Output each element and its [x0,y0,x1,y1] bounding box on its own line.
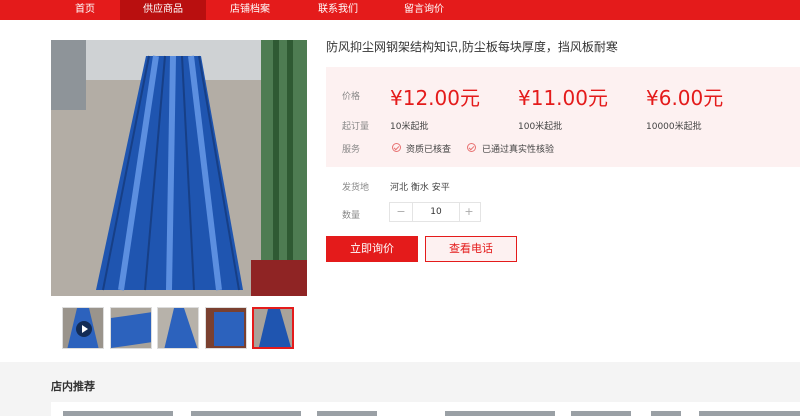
price-tier-3: ¥6.00元 [646,86,724,110]
nav-contact[interactable]: 联系我们 [302,0,374,20]
recommend-title: 店内推荐 [51,380,95,393]
quantity-stepper: − 10 + [389,202,481,222]
product-title: 防风抑尘网钢架结构知识,防尘板每块厚度，挡风板耐寒 [326,40,618,54]
recommend-item[interactable] [191,411,301,416]
recommend-item[interactable] [63,411,173,416]
service-label: 服务 [342,145,361,155]
origin-label: 发货地 [342,183,370,193]
price-label: 价格 [342,92,361,102]
recommend-item[interactable] [571,411,631,416]
thumbnail-5[interactable] [252,307,294,349]
thumbnail-3[interactable] [157,307,199,349]
inquire-button[interactable]: 立即询价 [326,236,418,262]
nav-home[interactable]: 首页 [62,0,108,20]
thumbnail-4[interactable] [205,307,247,349]
check-circle-icon [467,143,476,152]
service-authentic: 已通过真实性核验 [482,145,555,155]
origin-value: 河北 衡水 安平 [390,183,450,193]
increment-button[interactable]: + [458,203,480,221]
recommend-item[interactable] [445,411,555,416]
view-phone-button[interactable]: 查看电话 [425,236,517,262]
check-circle-icon [392,143,401,152]
service-verified: 资质已核查 [406,145,452,155]
quantity-input[interactable]: 10 [412,203,460,221]
nav-shop-profile[interactable]: 店铺档案 [214,0,286,20]
recommend-item[interactable] [651,411,681,416]
moq-tier-3: 10000米起批 [646,122,702,132]
nav-products[interactable]: 供应商品 [120,0,206,20]
decrement-button[interactable]: − [390,203,412,221]
moq-tier-1: 10米起批 [390,122,429,132]
price-tier-2: ¥11.00元 [518,86,608,110]
thumbnail-2[interactable] [110,307,152,349]
nav-message[interactable]: 留言询价 [388,0,460,20]
top-nav: 首页 供应商品 店铺档案 联系我们 留言询价 [0,0,800,20]
recommend-list [51,402,800,416]
price-tier-1: ¥12.00元 [390,86,480,110]
recommend-item[interactable] [699,411,800,416]
video-thumbnail[interactable] [62,307,104,349]
moq-label: 起订量 [342,122,370,132]
main-product-image[interactable] [51,40,307,296]
quantity-label: 数量 [342,211,361,221]
moq-tier-2: 100米起批 [518,122,563,132]
play-icon [76,321,92,337]
recommend-item[interactable] [317,411,377,416]
